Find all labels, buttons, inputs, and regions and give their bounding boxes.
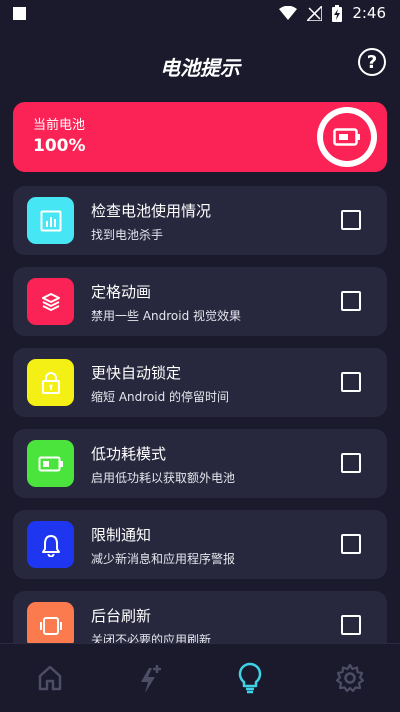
bottom-nav: [0, 643, 400, 712]
item-icon-tile: [27, 278, 74, 325]
charge-boost-icon: [141, 665, 161, 693]
wifi-icon: [279, 6, 298, 20]
list-item[interactable]: 定格动画 禁用一些 Android 视觉效果: [13, 267, 387, 336]
lock-icon: [41, 371, 60, 394]
chart-icon: [40, 210, 61, 231]
nav-charge-boost[interactable]: [120, 654, 180, 702]
current-battery-card: 当前电池 100%: [13, 102, 387, 172]
status-time: 2:46: [352, 4, 386, 22]
item-icon-tile: [27, 197, 74, 244]
gear-icon: [335, 663, 365, 693]
item-subtitle: 禁用一些 Android 视觉效果: [91, 309, 242, 323]
item-icon-tile: [27, 521, 74, 568]
nav-settings[interactable]: [320, 654, 380, 702]
help-icon: ?: [366, 51, 378, 73]
home-icon: [38, 665, 62, 691]
refresh-icon: [39, 616, 62, 635]
item-checkbox[interactable]: [341, 210, 361, 230]
battery-low-icon: [38, 456, 63, 471]
bell-icon: [41, 534, 60, 557]
item-title: 定格动画: [91, 283, 152, 301]
item-title: 限制通知: [91, 526, 152, 544]
item-title: 更快自动锁定: [91, 364, 182, 382]
battery-label: 当前电池: [33, 118, 86, 133]
item-subtitle: 缩短 Android 的停留时间: [91, 390, 230, 404]
item-subtitle: 减少新消息和应用程序警报: [91, 552, 236, 566]
item-icon-tile: [27, 602, 74, 643]
list-item[interactable]: 低功耗模式 启用低功耗以获取额外电池: [13, 429, 387, 498]
item-checkbox[interactable]: [341, 615, 361, 635]
battery-icon: [333, 128, 360, 146]
list-item[interactable]: 后台刷新 关闭不必要的应用刷新: [13, 591, 387, 643]
item-checkbox[interactable]: [341, 534, 361, 554]
tips-list: 检查电池使用情况 找到电池杀手 定格动画 禁用一些 Android 视觉效果 更…: [13, 186, 387, 643]
lightbulb-icon: [238, 662, 262, 694]
item-title: 检查电池使用情况: [91, 202, 212, 220]
battery-percentage: 100%: [33, 136, 86, 156]
item-icon-tile: [27, 440, 74, 487]
list-item[interactable]: 检查电池使用情况 找到电池杀手: [13, 186, 387, 255]
item-checkbox[interactable]: [341, 372, 361, 392]
notification-icon: [13, 7, 26, 20]
layers-icon: [41, 292, 60, 311]
battery-charging-icon: [332, 4, 343, 22]
status-bar: 2:46: [0, 0, 400, 28]
signal-icon: [307, 5, 323, 21]
list-item[interactable]: 限制通知 减少新消息和应用程序警报: [13, 510, 387, 579]
nav-home[interactable]: [20, 654, 80, 702]
help-button[interactable]: ?: [358, 48, 386, 76]
item-title: 低功耗模式: [91, 445, 167, 463]
nav-tips[interactable]: [220, 654, 280, 702]
item-checkbox[interactable]: [341, 453, 361, 473]
item-icon-tile: [27, 359, 74, 406]
header: 电池提示 ?: [0, 44, 400, 84]
item-subtitle: 找到电池杀手: [91, 228, 164, 242]
item-subtitle: 启用低功耗以获取额外电池: [91, 471, 236, 485]
list-item[interactable]: 更快自动锁定 缩短 Android 的停留时间: [13, 348, 387, 417]
page-title: 电池提示: [160, 56, 240, 80]
battery-ring: [317, 107, 377, 167]
item-subtitle: 关闭不必要的应用刷新: [91, 633, 212, 643]
item-title: 后台刷新: [91, 607, 152, 625]
item-checkbox[interactable]: [341, 291, 361, 311]
